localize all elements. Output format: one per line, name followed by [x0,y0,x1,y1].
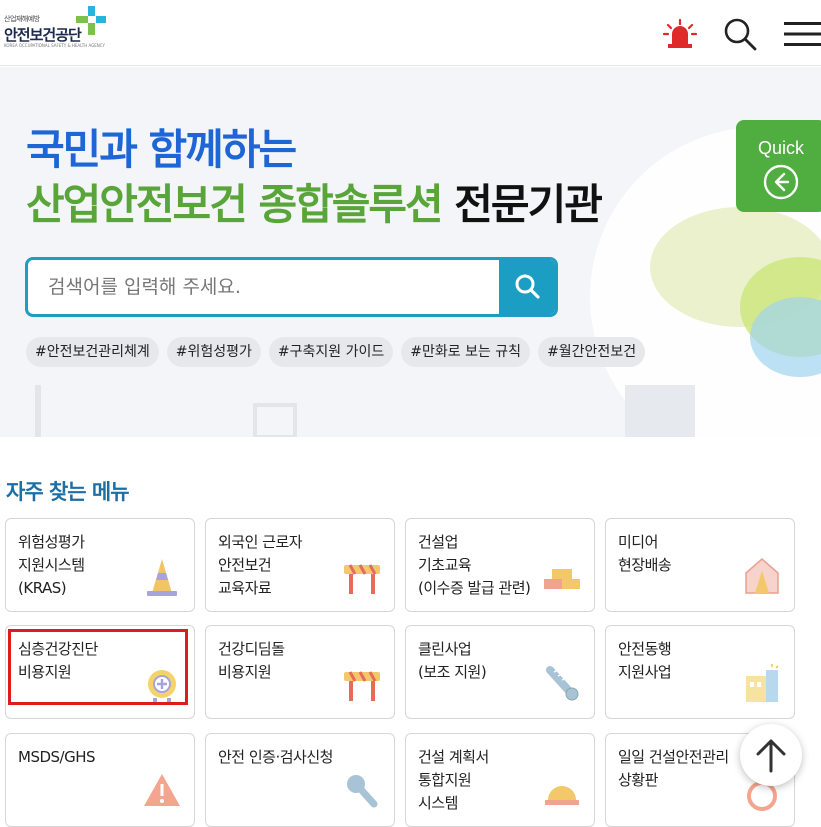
menu-card-label: 일일 건설안전관리 상황판 [618,748,729,789]
menu-icon[interactable] [784,20,821,48]
house-cone-icon [745,558,779,594]
menu-card-label: 건강디딤돌 비용지원 [218,640,285,681]
search-icon[interactable] [722,16,758,52]
menu-card-certification[interactable]: 안전 인증·검사신청 [205,733,395,827]
hero-search [25,257,558,317]
menu-card-health-steppingstone[interactable]: 건강디딤돌 비용지원 [205,625,395,719]
menu-card-label: MSDS/GHS [18,748,96,766]
barrier-icon [344,671,380,701]
site-header: 산업재해예방 안전보건공단 KOREA OCCUPATIONAL SAFETY … [0,0,821,66]
arrow-up-icon [756,739,786,773]
building-icon [746,664,779,702]
arrow-left-circle-icon [763,164,799,200]
menu-card-safety-accompany[interactable]: 안전동행 지원사업 [605,625,795,719]
hashtag-item[interactable]: #위험성평가 [166,337,261,367]
menu-card-label: 위험성평가 지원시스템 (KRAS) [18,533,85,597]
menu-card-clean-project[interactable]: 클린사업 (보조 지원) [405,625,595,719]
menu-card-msds[interactable]: MSDS/GHS [5,733,195,827]
search-icon [515,274,540,299]
menu-card-construction-plan[interactable]: 건설 계획서 통합지원 시스템 [405,733,595,827]
menu-card-label: 안전동행 지원사업 [618,640,672,681]
menu-card-kras[interactable]: 위험성평가 지원시스템 (KRAS) [5,518,195,612]
logo-english: KOREA OCCUPATIONAL SAFETY & HEALTH AGENC… [4,43,105,48]
menu-card-construction-education[interactable]: 건설업 기초교육 (이수증 발급 관련) [405,518,595,612]
quick-label: Quick [758,138,805,158]
logo-cross-icon [76,6,106,35]
menu-card-label: 미디어 현장배송 [618,533,672,574]
hashtag-item[interactable]: #구축지원 가이드 [268,337,394,367]
menu-card-label: 클린사업 (보조 지원) [418,640,487,681]
hashtag-item[interactable]: #안전보건관리체계 [26,337,159,367]
frequent-menu-title: 자주 찾는 메뉴 [6,480,130,504]
search-submit-button[interactable] [499,260,555,314]
helmet-icon [545,786,579,805]
bricks-icon [544,569,580,589]
site-logo[interactable]: 산업재해예방 안전보건공단 KOREA OCCUPATIONAL SAFETY … [4,6,114,48]
hashtag-list: #안전보건관리체계 #위험성평가 #구축지원 가이드 #만화로 보는 규칙 #월… [26,337,646,367]
scroll-top-button[interactable] [740,724,802,786]
hero-banner: 국민과 함께하는 산업안전보건 종합솔루션 전문기관 #안전보건관리체계 #위험… [0,67,821,437]
menu-card-label: 건설업 기초교육 (이수증 발급 관련) [418,533,531,597]
quick-menu-button[interactable]: Quick [736,120,821,212]
menu-card-label: 외국인 근로자 안전보건 교육자료 [218,533,303,597]
menu-card-label: 안전 인증·검사신청 [218,748,333,766]
menu-card-label: 건설 계획서 통합지원 시스템 [418,748,489,812]
hero-headline-line2: 산업안전보건 종합솔루션 전문기관 [26,171,603,232]
hero-headline-green: 산업안전보건 종합솔루션 [26,180,444,229]
hero-headline-black: 전문기관 [454,180,603,229]
highlight-box [8,629,188,705]
warning-icon [144,774,180,806]
logo-subtitle: 산업재해예방 [4,15,40,23]
logo-name: 안전보건공단 [4,26,82,44]
traffic-cone-icon [147,559,177,596]
hashtag-item[interactable]: #월간안전보건 [538,337,646,367]
barrier-icon [344,564,380,594]
screw-icon [546,666,579,701]
search-input[interactable] [28,260,502,314]
wrench-icon [347,775,378,808]
hero-headline-line1: 국민과 함께하는 [26,125,297,174]
menu-card-media[interactable]: 미디어 현장배송 [605,518,795,612]
siren-icon[interactable] [662,16,698,50]
hashtag-item[interactable]: #만화로 보는 규칙 [401,337,531,367]
menu-card-foreign-worker[interactable]: 외국인 근로자 안전보건 교육자료 [205,518,395,612]
